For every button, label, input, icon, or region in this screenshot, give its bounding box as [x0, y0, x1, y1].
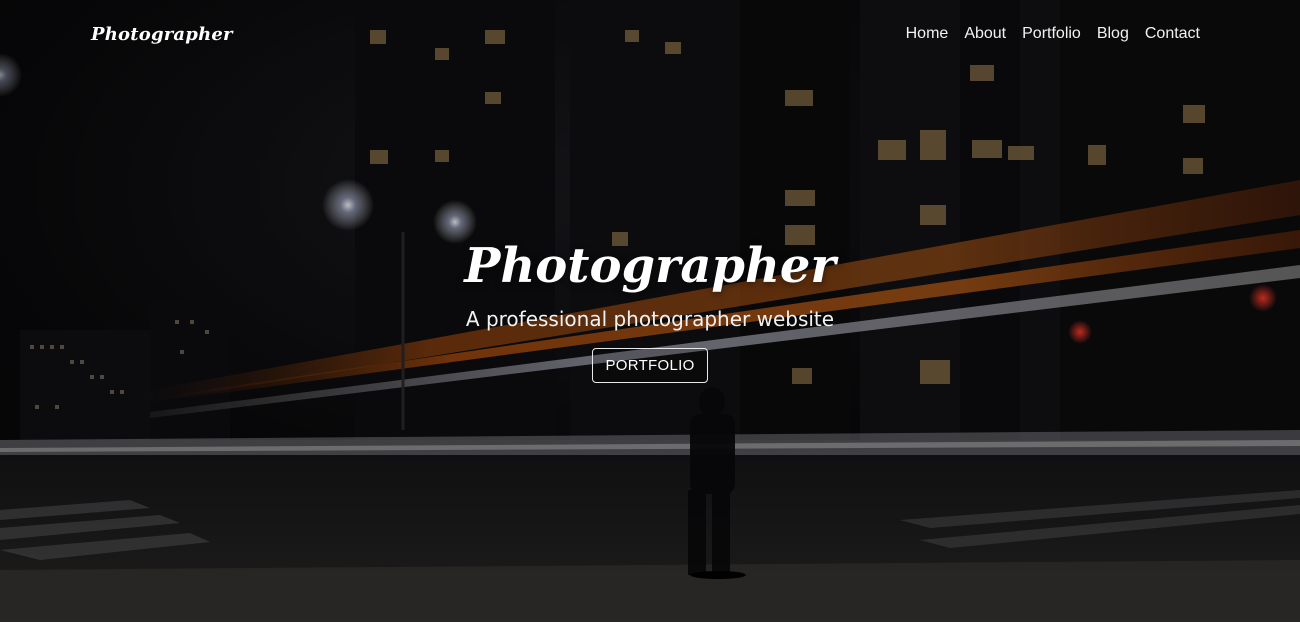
- nav-item-home[interactable]: Home: [906, 25, 949, 43]
- hero-subtitle: A professional photographer website: [465, 307, 835, 331]
- nav-item-blog[interactable]: Blog: [1097, 25, 1129, 43]
- hero-title: Photographer: [464, 238, 836, 294]
- nav-item-contact[interactable]: Contact: [1145, 25, 1200, 43]
- hero-content: Photographer A professional photographer…: [0, 236, 1300, 383]
- main-nav: Home About Portfolio Blog Contact: [906, 25, 1200, 43]
- portfolio-button[interactable]: PORTFOLIO: [592, 348, 708, 383]
- nav-item-about[interactable]: About: [964, 25, 1006, 43]
- brand-logo[interactable]: Photographer: [91, 24, 233, 45]
- nav-item-portfolio[interactable]: Portfolio: [1022, 25, 1081, 43]
- hero-section: Photographer Home About Portfolio Blog C…: [0, 0, 1300, 622]
